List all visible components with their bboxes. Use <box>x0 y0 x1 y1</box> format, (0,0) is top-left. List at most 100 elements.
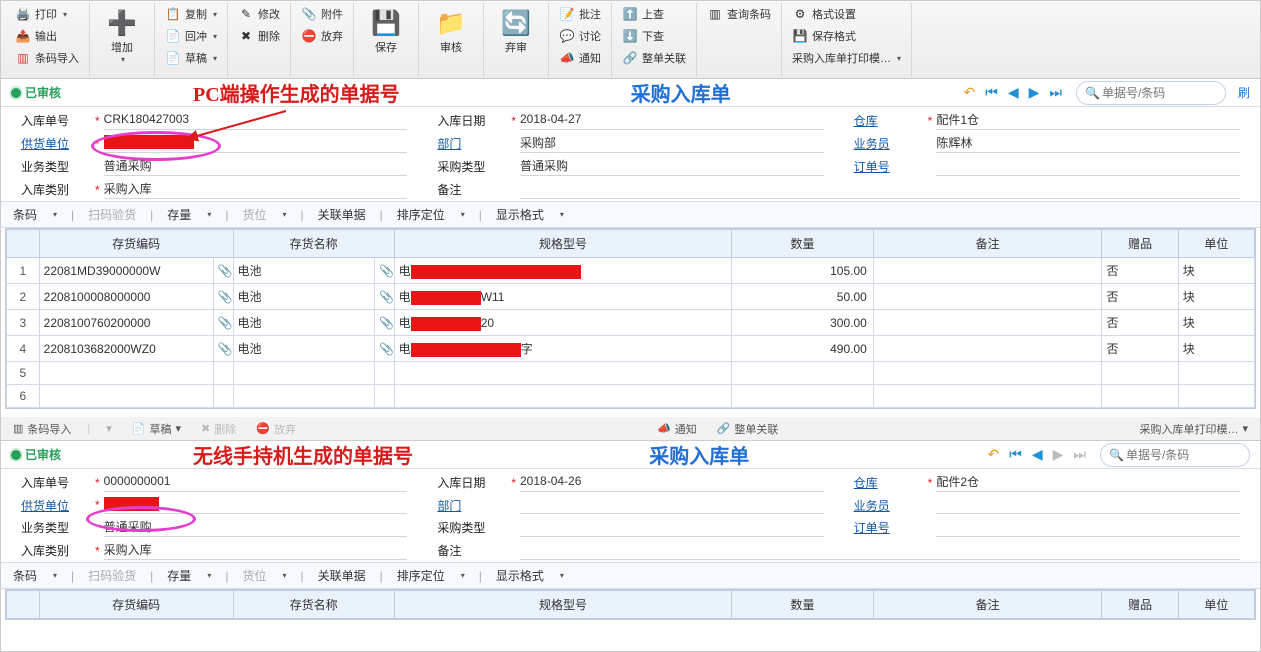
grid-top[interactable]: 存货编码存货名称规格型号数量备注赠品单位 122081MD39000000W📎电… <box>5 228 1256 409</box>
discuss-button[interactable]: 💬讨论 <box>555 25 605 47</box>
tb-slot[interactable]: 货位 <box>242 206 266 223</box>
search-box[interactable]: 🔍 <box>1076 81 1226 105</box>
ribbon-bottom-small: ▥ 条码导入 | ▾ 📄 草稿 ▾ ✖ 删除 ⛔ 放弃 📣 通知 🔗 整单关联 … <box>1 417 1260 441</box>
delete-btn2[interactable]: ✖ 删除 <box>197 419 240 439</box>
closeall-btn2[interactable]: 🔗 整单关联 <box>713 419 783 439</box>
table-header: 存货编码存货名称规格型号数量备注赠品单位 <box>7 230 1255 258</box>
close-all-button[interactable]: 🔗整单关联 <box>618 47 690 69</box>
tb-sort[interactable]: 排序定位 <box>397 206 445 223</box>
printtpl-btn2[interactable]: 采购入库单打印模… ▾ <box>1135 419 1252 439</box>
save-button[interactable]: 💾保存 <box>360 3 412 59</box>
first-icon[interactable]: ⏮ <box>983 82 1000 103</box>
dept-label[interactable]: 部门 <box>437 135 507 152</box>
export-icon: 📤 <box>15 28 31 44</box>
table-row[interactable]: 42208103682000WZ0📎电池📎电字490.00否块 <box>7 336 1255 362</box>
date-value-b[interactable]: 2018-04-26 <box>520 474 824 492</box>
tb-stock[interactable]: 存量 <box>167 206 191 223</box>
grid-bottom[interactable]: 存货编码存货名称规格型号数量备注赠品单位 <box>5 589 1256 620</box>
next-icon-b[interactable]: ▶ <box>1051 444 1066 465</box>
discard-button[interactable]: ⛔放弃 <box>297 25 347 47</box>
print-template-button[interactable]: 采购入库单打印模…▾ <box>788 47 905 69</box>
next-icon[interactable]: ▶ <box>1027 82 1042 103</box>
dept-value[interactable]: 采购部 <box>520 134 824 153</box>
copy-button[interactable]: 📋复制▾ <box>161 3 221 25</box>
prev-icon-b[interactable]: ◀ <box>1030 444 1045 465</box>
barcode-import-button[interactable]: ▥条码导入 <box>11 47 83 69</box>
output-button[interactable]: 📤输出 <box>11 25 83 47</box>
batch-approve-button[interactable]: 📝批注 <box>555 3 605 25</box>
save-format-button[interactable]: 💾保存格式 <box>788 25 905 47</box>
notify-btn2[interactable]: 📣 通知 <box>653 419 701 439</box>
edit-button[interactable]: ✎修改 <box>234 3 284 25</box>
supplier-value[interactable] <box>104 135 408 153</box>
prev-icon[interactable]: ◀ <box>1006 82 1021 103</box>
tb-scan[interactable]: 扫码验货 <box>88 206 136 223</box>
wh-value-b[interactable]: 配件2仓 <box>936 473 1240 492</box>
order-label[interactable]: 订单号 <box>854 158 924 175</box>
paperclip-icon: 📎 <box>218 290 233 304</box>
draft-btn2[interactable]: 📄 草稿 ▾ <box>128 419 185 439</box>
last-icon-b[interactable]: ⏭ <box>1071 444 1088 465</box>
bc-import-btn2[interactable]: ▥ 条码导入 <box>9 419 75 439</box>
search-box-b[interactable]: 🔍 <box>1100 443 1250 467</box>
chat-icon: 💬 <box>559 28 575 44</box>
printer-icon: 🖨️ <box>15 6 31 22</box>
date-value[interactable]: 2018-04-27 <box>520 112 824 130</box>
notify-button[interactable]: 📣通知 <box>555 47 605 69</box>
add-button[interactable]: ➕增加▾ <box>96 3 148 68</box>
form-top: 入库单号*CRK180427003 入库日期*2018-04-27 仓库*配件1… <box>1 107 1260 201</box>
order-value[interactable] <box>936 158 1240 176</box>
attach-button[interactable]: 📎附件 <box>297 3 347 25</box>
save-icon: 💾 <box>792 28 808 44</box>
discard-btn2[interactable]: ⛔ 放弃 <box>252 419 300 439</box>
warehouse-value[interactable]: 配件1仓 <box>936 111 1240 130</box>
lookup-up-button[interactable]: ⬆️上查 <box>618 3 690 25</box>
tb-disp[interactable]: 显示格式 <box>496 206 544 223</box>
tb-link[interactable]: 关联单据 <box>318 206 366 223</box>
draft-button[interactable]: 📄草稿▾ <box>161 47 221 69</box>
approve-button[interactable]: 📁审核 <box>425 3 477 59</box>
note-icon: 📝 <box>559 6 575 22</box>
tb-barcode[interactable]: 条码 <box>13 206 37 223</box>
delete-button[interactable]: ✖删除 <box>234 25 284 47</box>
print-button[interactable]: 🖨️打印▾ <box>11 3 83 25</box>
lookup-down-button[interactable]: ⬇️下查 <box>618 25 690 47</box>
doc-title-top: 采购入库单 <box>631 84 731 106</box>
search-input[interactable] <box>1100 85 1259 101</box>
query-barcode-button[interactable]: ▥查询条码 <box>703 3 775 25</box>
pencil-icon: ✎ <box>238 6 254 22</box>
supplier-label[interactable]: 供货单位 <box>21 135 91 152</box>
clerk-value[interactable]: 陈辉林 <box>936 134 1240 153</box>
table-row[interactable]: 6 <box>7 385 1255 408</box>
table-header-b: 存货编码存货名称规格型号数量备注赠品单位 <box>7 591 1255 619</box>
table-row[interactable]: 32208100760200000📎电池📎电20300.00否块 <box>7 310 1255 336</box>
undo-icon[interactable]: ↶ <box>961 82 977 103</box>
table-row[interactable]: 22208100008000000📎电池📎电W1150.00否块 <box>7 284 1255 310</box>
format-button[interactable]: ⚙格式设置 <box>788 3 905 25</box>
remark-value[interactable] <box>520 181 1240 199</box>
undo-icon-b[interactable]: ↶ <box>985 444 1001 465</box>
up-icon: ⬆️ <box>622 6 638 22</box>
first-icon-b[interactable]: ⏮ <box>1007 444 1024 465</box>
class-label: 入库类别 <box>21 181 91 198</box>
biztype-value[interactable]: 普通采购 <box>104 157 408 176</box>
status-bar-top: 已审核 PC端操作生成的单据号 采购入库单 ↶ ⏮ ◀ ▶ ⏭ 🔍 刷 <box>1 79 1260 107</box>
abandon-button[interactable]: 🔄弃审 <box>490 3 542 59</box>
copy-icon: 📋 <box>165 6 181 22</box>
class-value[interactable]: 采购入库 <box>104 180 408 199</box>
billno-value-b[interactable]: 0000000001 <box>104 474 408 492</box>
settle-button[interactable]: 📄回冲▾ <box>161 25 221 47</box>
billno-value[interactable]: CRK180427003 <box>104 112 408 130</box>
last-icon[interactable]: ⏭ <box>1047 82 1064 103</box>
clerk-label[interactable]: 业务员 <box>854 135 924 152</box>
supplier-value-b[interactable] <box>104 496 408 514</box>
ptype-value[interactable]: 普通采购 <box>520 157 824 176</box>
warehouse-label[interactable]: 仓库 <box>854 112 924 129</box>
paperclip-icon: 📎 <box>379 290 394 304</box>
search-icon: 🔍 <box>1085 86 1100 100</box>
table-row[interactable]: 5 <box>7 362 1255 385</box>
search-input-b[interactable] <box>1124 447 1261 463</box>
refresh-link[interactable]: 刷 <box>1238 84 1250 101</box>
table-row[interactable]: 122081MD39000000W📎电池📎电105.00否块 <box>7 258 1255 284</box>
discard-icon: ⛔ <box>301 28 317 44</box>
